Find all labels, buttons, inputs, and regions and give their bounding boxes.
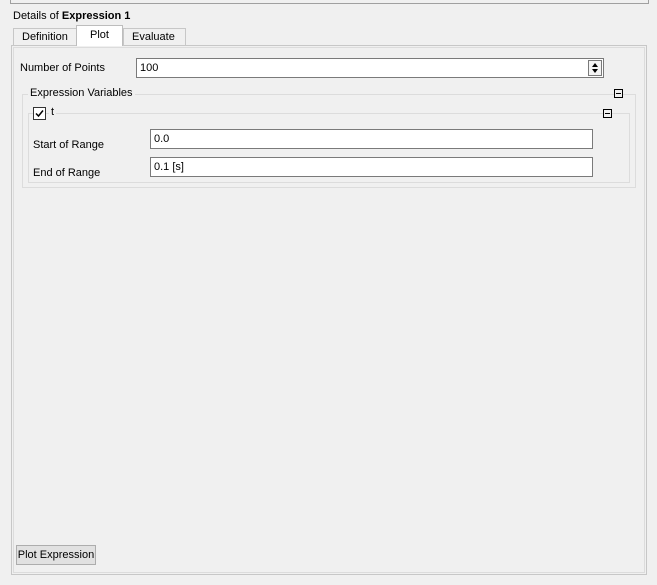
checkmark-icon xyxy=(35,110,44,118)
plot-panel: Number of Points 100 Expression Variable… xyxy=(11,45,647,575)
num-points-input[interactable]: 100 xyxy=(136,58,604,78)
collapse-variable-t-icon[interactable] xyxy=(603,109,612,118)
tab-plot[interactable]: Plot xyxy=(76,25,123,46)
expression-variables-legend: Expression Variables xyxy=(28,87,135,99)
num-points-label: Number of Points xyxy=(20,62,105,74)
variable-t-checkbox[interactable] xyxy=(33,107,46,120)
plot-expression-button[interactable]: Plot Expression xyxy=(16,545,96,565)
details-prefix: Details of xyxy=(13,10,59,22)
start-range-label: Start of Range xyxy=(33,139,104,151)
spin-down-icon[interactable] xyxy=(592,69,598,73)
start-range-input[interactable]: 0.0 xyxy=(150,129,593,149)
variable-t-group: t Start of Range 0.0 End of Range 0.1 [s… xyxy=(28,106,630,183)
expression-variables-group: Expression Variables t Start of Range 0.… xyxy=(22,87,636,188)
details-expression-name: Expression 1 xyxy=(61,10,131,22)
num-points-spinner[interactable] xyxy=(588,60,602,76)
variable-t-label: t xyxy=(49,106,57,118)
tab-definition[interactable]: Definition xyxy=(13,28,77,45)
collapse-expression-variables-icon[interactable] xyxy=(614,89,623,98)
num-points-value: 100 xyxy=(140,62,159,74)
spin-up-icon[interactable] xyxy=(592,63,598,67)
end-range-input[interactable]: 0.1 [s] xyxy=(150,157,593,177)
details-title: Details of Expression 1 xyxy=(13,10,130,22)
previous-panel-edge xyxy=(10,0,649,4)
end-range-label: End of Range xyxy=(33,167,101,179)
tab-evaluate[interactable]: Evaluate xyxy=(123,28,186,45)
